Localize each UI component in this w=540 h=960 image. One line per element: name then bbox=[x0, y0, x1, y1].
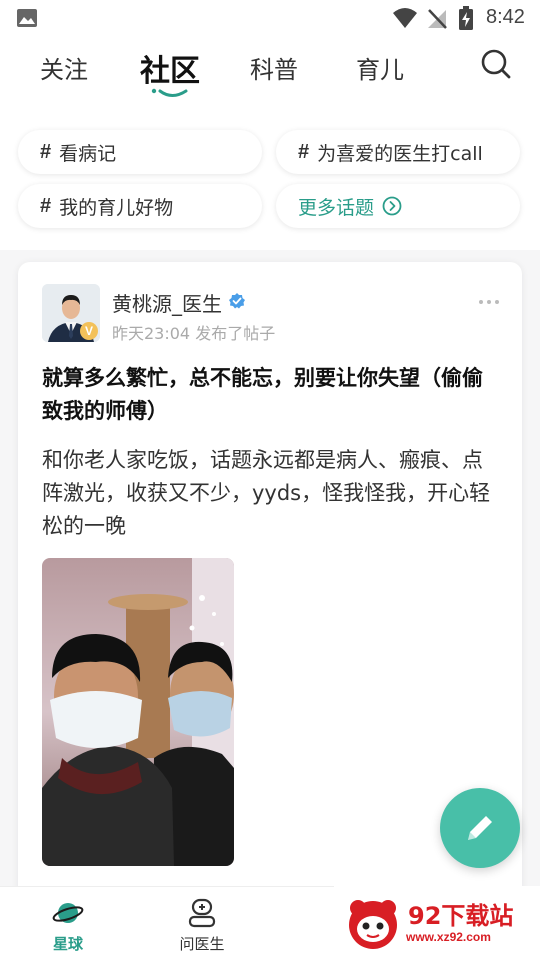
chevron-right-circle-icon bbox=[382, 196, 402, 216]
tab-science[interactable]: 科普 bbox=[250, 50, 298, 85]
site-watermark: 92下载站 www.xz92.com bbox=[334, 886, 540, 960]
post-body: 和你老人家吃饭，话题永远都是病人、瘢痕、点阵激光，收获又不少，yyds，怪我怪我… bbox=[42, 448, 491, 538]
bottom-nav-label: 问医生 bbox=[179, 935, 225, 953]
post-timestamp: 昨天23:04 发布了帖子 bbox=[112, 324, 276, 343]
topic-label: 看病记 bbox=[59, 142, 117, 165]
selfie-photo-image bbox=[42, 558, 234, 866]
hash-icon: # bbox=[40, 194, 52, 217]
tab-community[interactable]: 社区 bbox=[140, 46, 200, 90]
topic-label: 为喜爱的医生打call bbox=[317, 142, 483, 165]
topic-label: 我的育儿好物 bbox=[59, 196, 174, 219]
status-bar: 8:42 bbox=[0, 0, 540, 36]
doctor-icon bbox=[188, 898, 216, 928]
hash-icon: # bbox=[40, 140, 52, 163]
topic-chip-parenting-goods[interactable]: # 我的育儿好物 bbox=[18, 184, 262, 228]
clock-time: 8:42 bbox=[486, 6, 525, 28]
verified-check-icon bbox=[229, 293, 245, 309]
author-name[interactable]: 黄桃源_医生 bbox=[112, 288, 222, 317]
tab-follow[interactable]: 关注 bbox=[40, 50, 88, 85]
watermark-url: www.xz92.com bbox=[406, 930, 491, 944]
post-photo[interactable] bbox=[42, 558, 234, 866]
compose-post-button[interactable] bbox=[440, 788, 520, 868]
bottom-nav-label: 星球 bbox=[52, 935, 83, 953]
verified-v-badge: V bbox=[80, 322, 98, 340]
post-title: 就算多么繁忙，总不能忘，别要让你失望（偷偷致我的师傅） bbox=[42, 366, 483, 423]
more-topics-button[interactable]: 更多话题 bbox=[276, 184, 520, 228]
no-signal-icon bbox=[428, 9, 447, 29]
topic-chip-cheer-doctor[interactable]: # 为喜爱的医生打call bbox=[276, 130, 520, 174]
bottom-nav-planet[interactable]: 星球 bbox=[8, 887, 128, 960]
wifi-icon bbox=[393, 8, 417, 28]
image-icon bbox=[17, 9, 37, 27]
watermark-title: 92下载站 bbox=[408, 902, 514, 930]
top-tab-bar: 关注 社区 科普 育儿 bbox=[0, 36, 540, 110]
more-options-icon[interactable] bbox=[478, 298, 500, 306]
more-topics-label: 更多话题 bbox=[298, 196, 375, 219]
active-tab-indicator bbox=[151, 88, 188, 97]
battery-charging-icon bbox=[459, 6, 473, 30]
avatar[interactable]: V bbox=[42, 284, 100, 342]
search-icon[interactable] bbox=[480, 48, 512, 80]
bottom-nav-ask-doctor[interactable]: 问医生 bbox=[142, 887, 262, 960]
topic-section: # 看病记 # 为喜爱的医生打call # 我的育儿好物 更多话题 bbox=[0, 110, 540, 250]
tab-parenting[interactable]: 育儿 bbox=[356, 50, 404, 85]
pencil-icon bbox=[468, 816, 492, 840]
hash-icon: # bbox=[298, 140, 310, 163]
planet-icon bbox=[52, 903, 84, 923]
watermark-logo-icon bbox=[349, 900, 397, 949]
topic-chip-visit-diary[interactable]: # 看病记 bbox=[18, 130, 262, 174]
